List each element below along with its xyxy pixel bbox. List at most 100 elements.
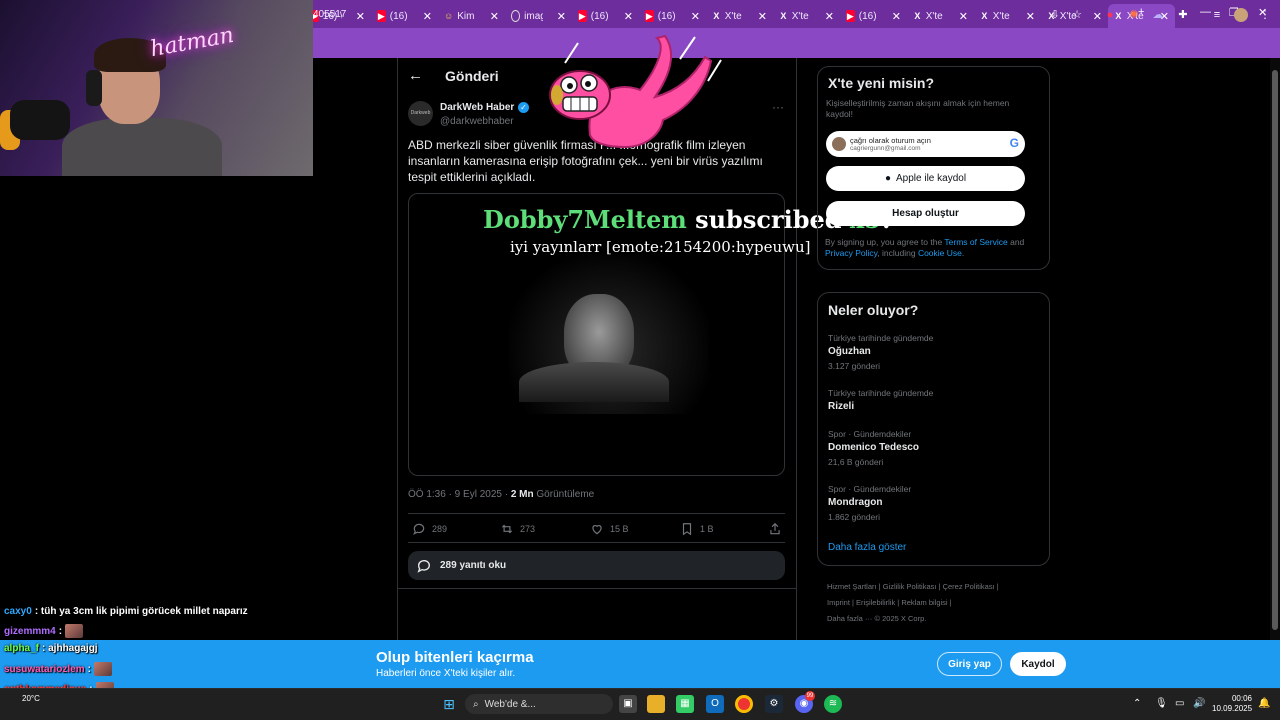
taskbar-search-placeholder: Web'de &... bbox=[484, 698, 536, 710]
bookmark-star-icon[interactable]: ☆ bbox=[1070, 8, 1084, 22]
taskbar-clock[interactable]: 00:06 10.09.2025 bbox=[1212, 694, 1252, 714]
browser-menu-icon[interactable]: ⋮ bbox=[1258, 8, 1272, 22]
profile-avatar[interactable] bbox=[1234, 8, 1248, 22]
weather-widget[interactable]: 20°C bbox=[22, 694, 40, 703]
tab-close-icon[interactable]: ✕ bbox=[1026, 10, 1035, 23]
post-timestamp[interactable]: ÖÖ 1:36 · 9 Eyl 2025 · bbox=[408, 489, 508, 500]
register-button[interactable]: Kaydol bbox=[1010, 652, 1066, 676]
tab-close-icon[interactable]: ✕ bbox=[490, 10, 499, 23]
microphone-tray-icon[interactable]: 🎙 bbox=[1155, 698, 1168, 709]
privacy-policy-link[interactable]: Privacy Policy bbox=[825, 248, 877, 258]
extension-cloud-icon[interactable]: ☁ bbox=[1151, 8, 1165, 22]
like-button[interactable]: 15 B bbox=[590, 522, 629, 536]
tab-close-icon[interactable]: ✕ bbox=[356, 10, 365, 23]
apple-signup-button[interactable]: ● Apple ile kaydol bbox=[826, 166, 1025, 191]
browser-tab[interactable]: imag ✕ bbox=[505, 4, 572, 28]
more-options-icon[interactable]: ··· bbox=[772, 100, 784, 114]
chrome-icon[interactable] bbox=[735, 695, 753, 713]
browser-tab[interactable]: X X'te ✕ bbox=[907, 4, 974, 28]
spotify-icon[interactable]: ≋ bbox=[824, 695, 842, 713]
trend-name[interactable]: Oğuzhan bbox=[828, 346, 871, 357]
read-replies-button[interactable]: 289 yanıtı oku bbox=[408, 551, 785, 580]
create-account-button[interactable]: Hesap oluştur bbox=[826, 201, 1025, 226]
views-label: Görüntüleme bbox=[536, 489, 595, 500]
show-more-link[interactable]: Daha fazla göster bbox=[828, 542, 906, 553]
tab-close-icon[interactable]: ✕ bbox=[624, 10, 633, 23]
trend-name[interactable]: Mondragon bbox=[828, 497, 882, 508]
back-arrow-icon[interactable]: ← bbox=[408, 67, 423, 84]
trend-name[interactable]: Domenico Tedesco bbox=[828, 442, 919, 453]
headset bbox=[86, 70, 102, 106]
scrollbar-thumb[interactable] bbox=[1272, 70, 1278, 630]
tab-title: X'te bbox=[992, 10, 1010, 22]
extensions-puzzle-icon[interactable]: ✚ bbox=[1176, 8, 1190, 22]
tab-title: (16) I bbox=[657, 10, 677, 22]
page-scrollbar[interactable] bbox=[1270, 58, 1280, 640]
author-handle[interactable]: @darkwebhaber bbox=[440, 116, 514, 127]
tab-close-icon[interactable]: ✕ bbox=[825, 10, 834, 23]
browser-tab[interactable]: ▶(16) I ✕ bbox=[572, 4, 639, 28]
tab-close-icon[interactable]: ✕ bbox=[758, 10, 767, 23]
windows-start-icon[interactable]: ⊞ bbox=[440, 695, 458, 713]
install-app-icon[interactable]: ⇩ bbox=[1048, 8, 1062, 22]
tray-chevron-icon[interactable]: ⌃ bbox=[1133, 698, 1141, 709]
task-view-icon[interactable]: ▣ bbox=[619, 695, 637, 713]
tab-close-icon[interactable]: ✕ bbox=[1093, 10, 1102, 23]
chat-text: : tüh ya 3cm lik pipimi görücek millet n… bbox=[34, 606, 248, 617]
browser-tab[interactable]: ▶ (16) ✕ bbox=[371, 4, 438, 28]
trend-count: 1.862 gönderi bbox=[828, 512, 880, 522]
tab-close-icon[interactable]: ✕ bbox=[423, 10, 432, 23]
outlook-icon[interactable]: O bbox=[706, 695, 724, 713]
heart-icon bbox=[592, 525, 602, 535]
tab-close-icon[interactable]: ✕ bbox=[691, 10, 700, 23]
chat-text: : bbox=[87, 663, 91, 675]
url-text[interactable]: 405517 bbox=[313, 9, 346, 20]
google-signin-button[interactable]: çağrı olarak oturum açın cagriergunn@gma… bbox=[826, 131, 1025, 157]
notification-icon[interactable]: 🔔 bbox=[1258, 698, 1270, 709]
share-button[interactable] bbox=[768, 522, 782, 536]
trend-name[interactable]: Rizeli bbox=[828, 401, 854, 412]
login-button[interactable]: Giriş yap bbox=[937, 652, 1002, 676]
comment-bubble-icon bbox=[417, 559, 430, 573]
terms-including: , including bbox=[877, 248, 916, 258]
browser-tab[interactable]: ☺ Kim ✕ bbox=[438, 4, 505, 28]
bookmark-button[interactable]: 1 B bbox=[680, 522, 714, 536]
footer-line[interactable]: Daha fazla ··· © 2025 X Corp. bbox=[827, 611, 1042, 627]
volume-icon[interactable]: 🔊 bbox=[1193, 698, 1205, 709]
chat-username[interactable]: alpha_f bbox=[4, 643, 39, 654]
chat-message: gizemmm4: bbox=[4, 624, 84, 638]
footer-line[interactable]: Hizmet Şartları | Gizlilik Politikası | … bbox=[827, 579, 1042, 595]
verified-badge-icon: ✓ bbox=[518, 102, 529, 113]
steam-icon[interactable]: ⚙ bbox=[765, 695, 783, 713]
browser-tab[interactable]: X X'te ✕ bbox=[706, 4, 773, 28]
chat-username[interactable]: caxy0 bbox=[4, 606, 32, 617]
post-media[interactable] bbox=[408, 193, 785, 476]
browser-tab[interactable]: X X'te ✕ bbox=[974, 4, 1041, 28]
post-header-title: Gönderi bbox=[445, 68, 499, 84]
tab-close-icon[interactable]: ✕ bbox=[959, 10, 968, 23]
tab-close-icon[interactable]: ✕ bbox=[557, 10, 566, 23]
tab-close-icon[interactable]: ✕ bbox=[892, 10, 901, 23]
chat-username[interactable]: susuwatariozlem bbox=[4, 664, 85, 675]
network-icon[interactable]: ▭ bbox=[1175, 698, 1184, 709]
footer-line[interactable]: Imprint | Erişilebilirlik | Reklam bilgi… bbox=[827, 595, 1042, 611]
youtube-icon: ▶ bbox=[645, 10, 654, 22]
globe-icon bbox=[511, 10, 521, 22]
file-explorer-icon[interactable] bbox=[647, 695, 665, 713]
terms-of-service-link[interactable]: Terms of Service bbox=[944, 237, 1007, 247]
store-icon[interactable]: ▦ bbox=[676, 695, 694, 713]
author-avatar[interactable]: Darkweb bbox=[408, 101, 433, 126]
chat-username[interactable]: gizemmm4 bbox=[4, 626, 56, 637]
youtube-icon: ▶ bbox=[377, 10, 386, 22]
reply-button[interactable]: 289 bbox=[412, 522, 447, 536]
cookie-use-link[interactable]: Cookie Use bbox=[918, 248, 962, 258]
taskbar-search[interactable]: ⌕ Web'de &... bbox=[465, 694, 613, 714]
browser-tab[interactable]: ▶ (16) ✕ bbox=[840, 4, 907, 28]
extension-fox-icon[interactable]: ✺ bbox=[1127, 8, 1141, 22]
extension-red-icon[interactable]: ● bbox=[1103, 8, 1117, 22]
browser-tab[interactable]: X X'te ✕ bbox=[773, 4, 840, 28]
reading-list-icon[interactable]: ≡ bbox=[1210, 8, 1224, 22]
repost-button[interactable]: 273 bbox=[500, 522, 535, 536]
author-name[interactable]: DarkWeb Haber bbox=[440, 102, 514, 113]
browser-tab[interactable]: ▶(16) I ✕ bbox=[639, 4, 706, 28]
